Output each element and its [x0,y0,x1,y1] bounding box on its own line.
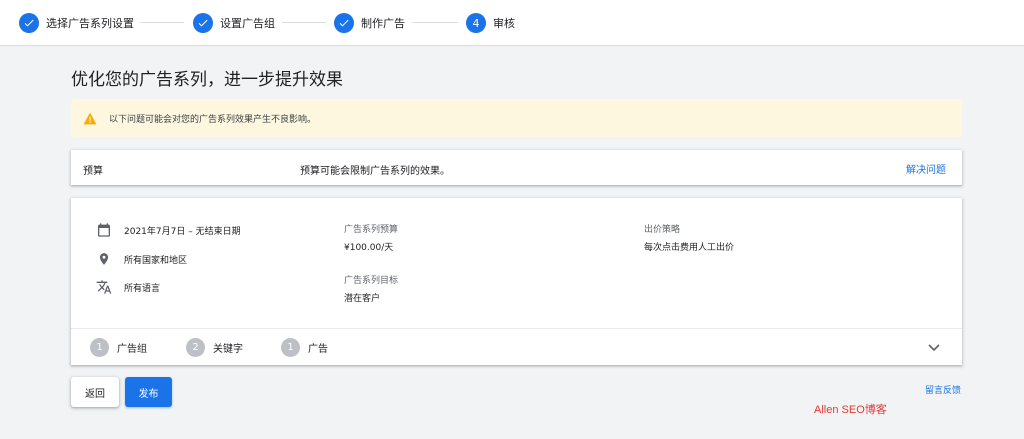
warning-text: 以下问题可能会对您的广告系列效果产生不良影响。 [109,114,317,125]
issue-description: 预算可能会限制广告系列的效果。 [300,166,450,177]
calendar-icon [95,221,113,239]
language-value: 所有语言 [124,283,161,294]
language-row: 所有语言 [95,278,160,296]
feedback-link[interactable]: 留言反馈 [925,383,961,396]
step-ad-group[interactable]: 设置广告组 [193,12,275,34]
campaign-summary-card: 2021年7月7日 – 无结束日期 所有国家和地区 所有语言 广告系列预算 ¥1… [71,198,962,365]
count-badge: 2 [186,338,205,357]
sub-step-label: 广告 [308,344,328,355]
sub-step-ads[interactable]: 1 广告 [281,338,328,357]
budget-issue-card: 预算 预算可能会限制广告系列的效果。 解决问题 [71,150,962,185]
check-icon [19,13,39,33]
step-campaign-settings[interactable]: 选择广告系列设置 [19,12,134,34]
location-pin-icon [95,250,113,268]
step-label: 设置广告组 [220,17,275,30]
step-connector [282,22,326,23]
count-badge: 1 [90,338,109,357]
chevron-down-icon[interactable] [926,340,942,356]
step-review[interactable]: 4 审核 [466,12,515,34]
bidding-label: 出价策略 [644,225,681,235]
date-row: 2021年7月7日 – 无结束日期 [95,221,241,239]
back-button[interactable]: 返回 [71,377,119,407]
step-number: 4 [466,13,486,33]
step-create-ad[interactable]: 制作广告 [334,12,405,34]
translate-icon [95,278,113,296]
page-title: 优化您的广告系列，进一步提升效果 [71,70,343,90]
budget-label: 广告系列预算 [344,225,399,235]
check-icon [193,13,213,33]
progress-stepper: 选择广告系列设置 设置广告组 制作广告 4 审核 [0,0,1024,46]
divider [71,328,962,329]
step-label: 审核 [493,17,515,30]
bidding-value: 每次点击费用人工出价 [644,243,735,253]
step-label: 制作广告 [361,17,405,30]
warning-banner: 以下问题可能会对您的广告系列效果产生不良影响。 [71,99,962,137]
issue-name: 预算 [83,166,103,177]
location-value: 所有国家和地区 [124,255,188,266]
sub-step-label: 广告组 [117,344,147,355]
count-badge: 1 [281,338,300,357]
sub-step-keywords[interactable]: 2 关键字 [186,338,243,357]
location-row: 所有国家和地区 [95,250,187,268]
publish-button[interactable]: 发布 [125,377,172,407]
step-connector [412,22,458,23]
goal-value: 潜在客户 [344,294,381,304]
watermark-text: Allen SEO博客 [814,404,887,416]
step-label: 选择广告系列设置 [46,17,134,30]
goal-label: 广告系列目标 [344,276,399,286]
step-connector [140,22,184,23]
check-icon [334,13,354,33]
sub-step-label: 关键字 [213,344,243,355]
warning-icon [82,110,98,126]
fix-issue-link[interactable]: 解决问题 [906,161,946,176]
date-range: 2021年7月7日 – 无结束日期 [124,226,241,237]
budget-value: ¥100.00/天 [344,243,394,253]
sub-step-ad-groups[interactable]: 1 广告组 [90,338,147,357]
